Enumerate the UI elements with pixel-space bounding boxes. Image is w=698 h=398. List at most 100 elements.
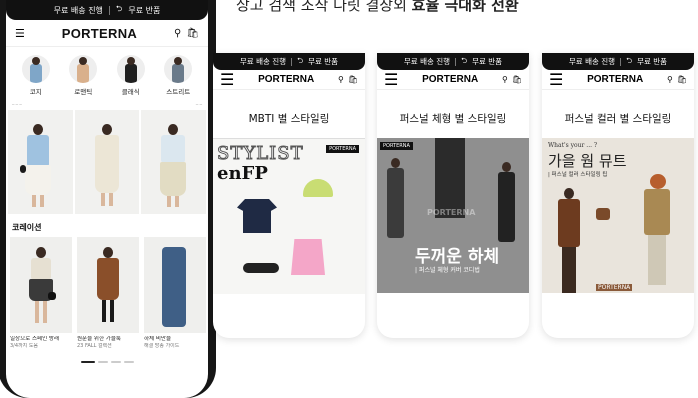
promo-bar: 무료 배송 진행 ⮌ 무료 반품: [542, 53, 694, 70]
look-strip: ─ ─ ─ ─ ─: [12, 102, 202, 107]
promo-bar: 무료 배송 진행 ⮌ 무료 반품: [213, 53, 365, 70]
product-card[interactable]: 하체 비만을 해결 방송 가이드: [144, 237, 206, 349]
section-title: 코레이션: [12, 223, 42, 232]
phone-card-color[interactable]: 무료 배송 진행 ⮌ 무료 반품 ☰ PORTERNA ⚲ 🛍 퍼스널 컬러 별 스타일링…: [542, 53, 694, 338]
promo-bar: 무료 배송 진행 ⮌ 무료 반품: [6, 0, 208, 20]
product-desc: 해결 방송 가이드: [144, 342, 180, 349]
art-subtitle: | 퍼스널 컬러 스타일링 팁: [548, 172, 608, 178]
category-street[interactable]: 스트리트: [158, 55, 198, 96]
look-gallery: [8, 110, 207, 214]
app-header: ☰ PORTERNA ⚲ 🛍: [6, 20, 208, 47]
phone-screen: 무료 배송 진행 ⮌ 무료 반품 ☰ PORTERNA ⚲ 🛍 코지 로맨틱 클래…: [6, 0, 208, 398]
look-image[interactable]: [8, 110, 73, 214]
bag-icon[interactable]: 🛍: [348, 75, 358, 84]
tshirt-image: [237, 199, 277, 233]
art-title: STYLIST: [217, 143, 304, 165]
brand-logo[interactable]: PORTERNA: [62, 26, 137, 41]
bag-icon[interactable]: 🛍: [677, 75, 687, 84]
product-name: 하체 비만을: [144, 336, 172, 342]
product-list: 일상으로 스페인 방래 3/4까지 도움 원푼을 위한 가을룩 23 FALL …: [10, 237, 206, 349]
promo-headline: 상고 검색 조작 다릿 결장외 효율 극대화 전환: [236, 0, 519, 15]
category-classic[interactable]: 클래식: [111, 55, 151, 96]
look-image[interactable]: [74, 110, 140, 214]
card-title: MBTI 별 스타일링: [248, 113, 330, 125]
bodytype-artwork: PORTERNA PORTERNA 두꺼운 하체 | 퍼스널 체형 커버 코디법: [377, 138, 529, 293]
carousel-dots[interactable]: [6, 360, 208, 363]
menu-icon[interactable]: ☰: [15, 27, 25, 40]
look-image[interactable]: [141, 110, 207, 214]
category-label: 로맨틱: [74, 88, 93, 96]
free-return-text: 무료 반품: [128, 5, 161, 15]
search-icon[interactable]: ⚲: [338, 75, 344, 84]
category-image: [69, 55, 98, 83]
return-arrow-icon: ⮌: [297, 56, 304, 65]
bag-icon[interactable]: 🛍: [512, 75, 522, 84]
category-romantic[interactable]: 로맨틱: [63, 55, 103, 96]
promo-bar: 무료 배송 진행 ⮌ 무료 반품: [377, 53, 529, 70]
product-name: 원푼을 위한 가을룩: [77, 336, 121, 342]
skirt-image: [291, 239, 325, 275]
search-icon[interactable]: ⚲: [502, 75, 508, 84]
category-image: [164, 55, 193, 83]
return-arrow-icon: ⮌: [461, 56, 468, 65]
headline-bold: 효율 극대화 전환: [411, 0, 519, 14]
category-cozy[interactable]: 코지: [16, 55, 56, 96]
product-image: [77, 237, 139, 333]
free-return-text: 무료 반품: [308, 57, 339, 66]
menu-icon[interactable]: ☰: [384, 70, 398, 89]
return-arrow-icon: ⮌: [626, 56, 633, 65]
bag-image: [596, 208, 610, 220]
headline-text: 상고 검색 조작 다릿 결장외: [236, 0, 412, 14]
category-image: [116, 55, 145, 83]
brand-logo[interactable]: PORTERNA: [587, 74, 643, 85]
free-shipping-text: 무료 배송 진행: [568, 57, 616, 66]
art-title: 가을 웜 뮤트: [548, 152, 627, 170]
return-arrow-icon: ⮌: [115, 4, 123, 13]
product-card[interactable]: 원푼을 위한 가을룩 23 FALL 컬렉션: [77, 237, 139, 349]
free-shipping-text: 무료 배송 진행: [53, 5, 103, 15]
brand-logo[interactable]: PORTERNA: [422, 74, 478, 85]
free-shipping-text: 무료 배송 진행: [239, 57, 287, 66]
watermark: PORTERNA: [427, 208, 476, 217]
free-return-text: 무료 반품: [472, 57, 503, 66]
product-card[interactable]: 일상으로 스페인 방래 3/4까지 도움: [10, 237, 72, 349]
phone-card-bodytype[interactable]: 무료 배송 진행 ⮌ 무료 반품 ☰ PORTERNA ⚲ 🛍 퍼스널 체형 별 스타일링…: [377, 53, 529, 338]
free-shipping-text: 무료 배송 진행: [403, 57, 451, 66]
art-subtitle: | 퍼스널 체형 커버 코디법: [415, 267, 480, 274]
divider: [108, 5, 110, 15]
art-title: 두꺼운 하체: [415, 247, 500, 267]
card-title: 퍼스널 체형 별 스타일링: [399, 113, 507, 125]
product-name: 일상으로 스페인 방래: [10, 336, 60, 342]
color-artwork: What's your ... ? 가을 웜 뮤트 | 퍼스널 컬러 스타일링 …: [542, 138, 694, 293]
art-subtitle: enFP: [217, 163, 268, 184]
free-return-text: 무료 반품: [637, 57, 668, 66]
menu-icon[interactable]: ☰: [220, 70, 234, 89]
product-image: [144, 237, 206, 333]
search-icon[interactable]: ⚲: [667, 75, 673, 84]
cap-image: [303, 179, 333, 197]
search-icon[interactable]: ⚲: [174, 28, 181, 39]
phone-card-mbti[interactable]: 무료 배송 진행 ⮌ 무료 반품 ☰ PORTERNA ⚲ 🛍 MBTI 별 스타일링 S…: [213, 53, 365, 338]
brand-tag: PORTERNA: [380, 142, 413, 150]
model-image: [435, 138, 465, 218]
product-desc: 23 FALL 컬렉션: [77, 342, 112, 349]
bag-icon[interactable]: 🛍: [186, 28, 199, 39]
mbti-artwork: STYLIST enFP PORTERNA: [213, 138, 365, 294]
brand-tag: PORTERNA: [326, 145, 359, 153]
product-image: [10, 237, 72, 333]
category-label: 코지: [29, 88, 42, 96]
category-label: 클래식: [121, 88, 140, 96]
brand-tag: PORTERNA: [596, 284, 633, 291]
category-label: 스트리트: [166, 88, 191, 96]
category-image: [21, 55, 50, 83]
brand-logo[interactable]: PORTERNA: [258, 74, 314, 85]
category-row: 코지 로맨틱 클래식 스트리트: [6, 47, 208, 98]
app-header: ☰ PORTERNA ⚲ 🛍: [542, 70, 694, 90]
art-kicker: What's your ... ?: [548, 142, 598, 149]
menu-icon[interactable]: ☰: [549, 70, 563, 89]
card-title: 퍼스널 컬러 별 스타일링: [564, 113, 672, 125]
phone-frame: 무료 배송 진행 ⮌ 무료 반품 ☰ PORTERNA ⚲ 🛍 코지 로맨틱 클래…: [0, 0, 216, 398]
app-header: ☰ PORTERNA ⚲ 🛍: [213, 70, 365, 90]
app-header: ☰ PORTERNA ⚲ 🛍: [377, 70, 529, 90]
product-desc: 3/4까지 도움: [10, 342, 39, 349]
